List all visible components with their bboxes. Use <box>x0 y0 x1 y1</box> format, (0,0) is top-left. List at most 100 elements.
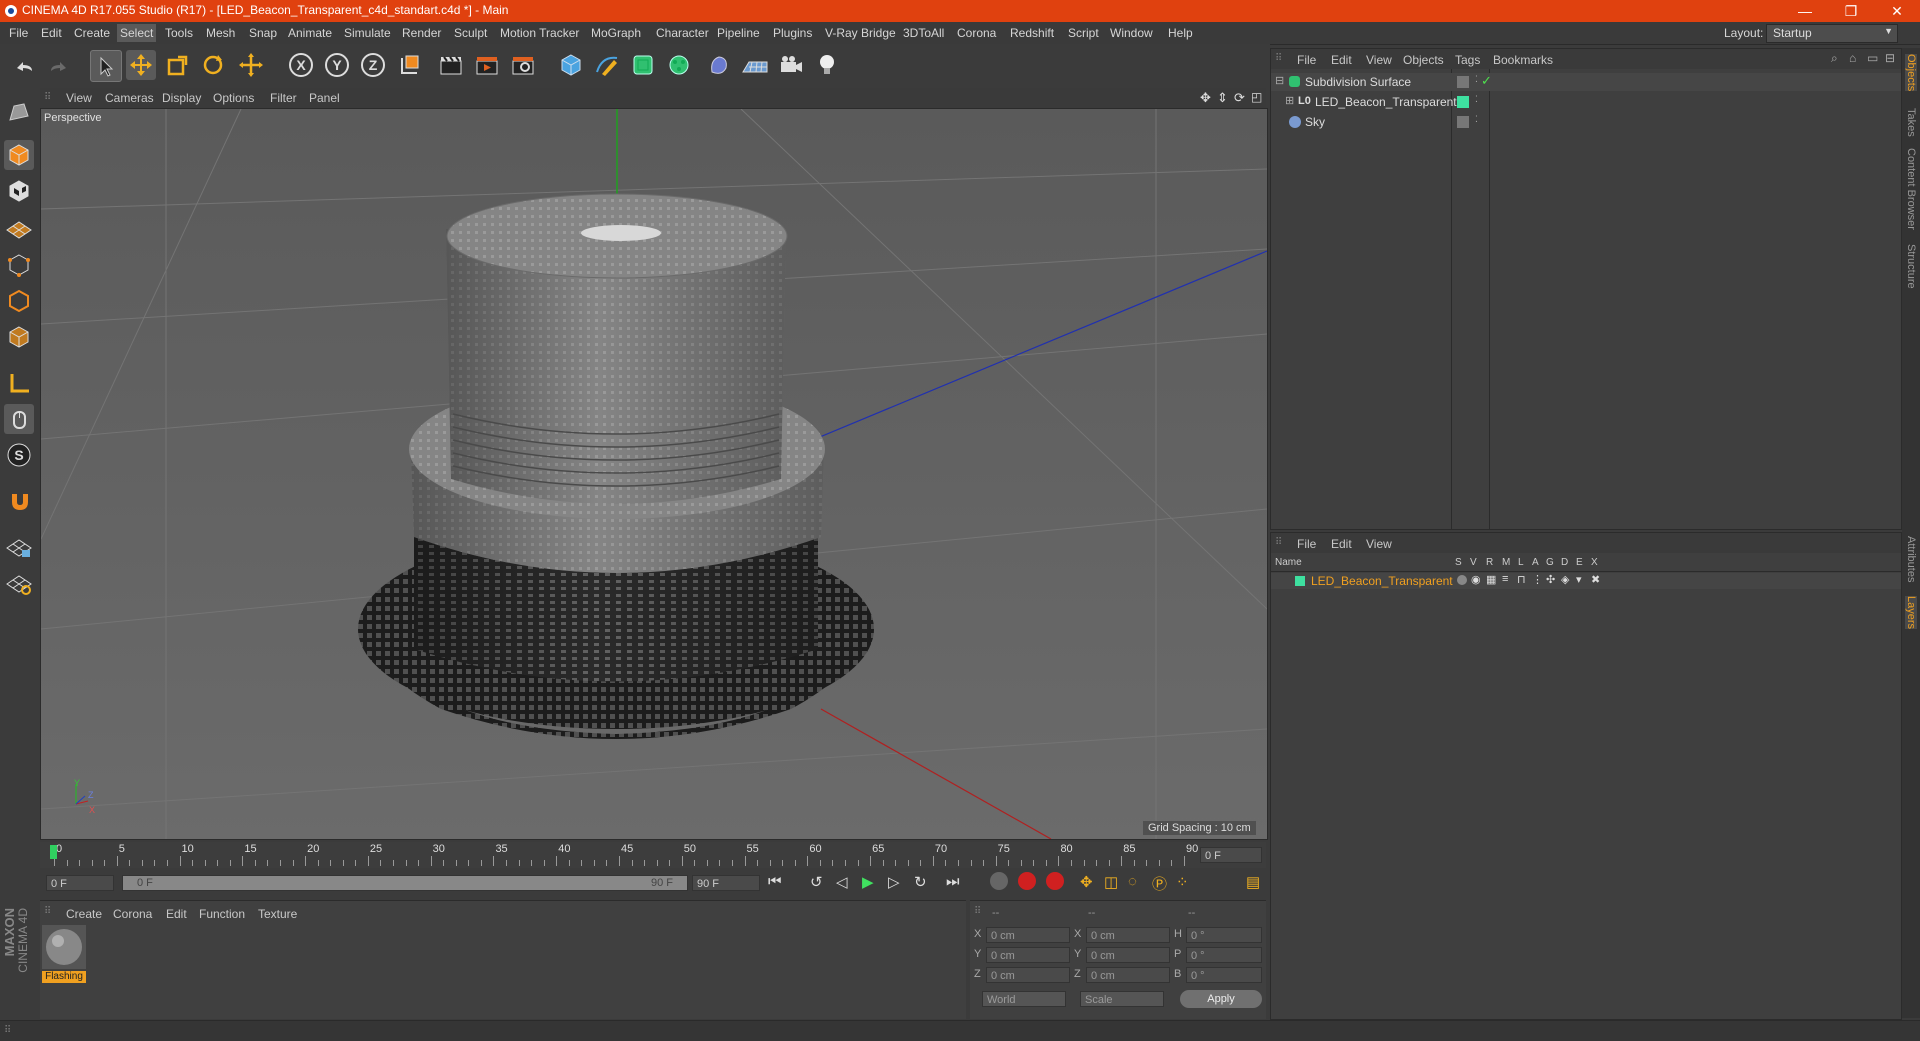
layer-name[interactable]: LED_Beacon_Transparent <box>1311 574 1453 588</box>
visibility-dots-icon[interactable]: ⁚ <box>1475 94 1478 105</box>
add-nurbs-button[interactable] <box>628 50 658 80</box>
material-swatch-flashing[interactable]: Flashing <box>42 925 86 983</box>
z-axis-button[interactable]: Z <box>358 50 388 80</box>
lock-workplane-button[interactable] <box>4 532 34 562</box>
add-deformer-button[interactable] <box>704 50 734 80</box>
drag-handle-icon[interactable]: ⠿ <box>1275 53 1282 64</box>
menu-tools[interactable]: Tools <box>165 26 193 40</box>
layer-menu-edit[interactable]: Edit <box>1331 537 1352 551</box>
workplane-mode-button[interactable] <box>4 212 34 242</box>
animation-icon[interactable]: ⋮ <box>1532 573 1543 586</box>
solo-toggle-icon[interactable] <box>1457 575 1467 585</box>
viewport-menu-panel[interactable]: Panel <box>309 91 340 105</box>
play-icon[interactable]: ▶ <box>862 873 874 891</box>
keyframe-disabled-icon[interactable] <box>990 872 1008 890</box>
previous-frame-icon[interactable]: ◁ <box>836 873 848 891</box>
coord-pos-y-field[interactable]: 0 cm <box>986 947 1070 963</box>
edges-mode-button[interactable] <box>4 286 34 316</box>
drag-handle-icon[interactable]: ⠿ <box>44 906 51 917</box>
render-to-picture-viewer-button[interactable] <box>472 50 502 80</box>
menu-edit[interactable]: Edit <box>41 26 62 40</box>
add-mograph-button[interactable] <box>664 50 694 80</box>
tab-layers[interactable]: Layers <box>1905 596 1917 630</box>
coord-size-x-field[interactable]: 0 cm <box>1086 927 1170 943</box>
obj-menu-objects[interactable]: Objects <box>1403 53 1444 67</box>
axis-mode-button[interactable] <box>4 368 34 398</box>
coord-size-y-field[interactable]: 0 cm <box>1086 947 1170 963</box>
drag-handle-icon[interactable]: ⠿ <box>4 1025 11 1036</box>
expression-icon[interactable]: ▾ <box>1576 573 1582 586</box>
menu-select[interactable]: Select <box>117 24 157 42</box>
obj-menu-tags[interactable]: Tags <box>1455 53 1480 67</box>
obj-menu-file[interactable]: File <box>1297 53 1316 67</box>
live-selection-button[interactable] <box>90 50 122 82</box>
restore-button[interactable]: ❐ <box>1828 0 1874 22</box>
toggle-view-icon[interactable]: ◰ <box>1251 90 1262 104</box>
key-pla-icon[interactable]: ⁘ <box>1176 873 1189 891</box>
menu-redshift[interactable]: Redshift <box>1010 26 1054 40</box>
coord-rot-p-field[interactable]: 0 ° <box>1186 947 1262 963</box>
material-menu-create[interactable]: Create <box>66 907 102 921</box>
undo-button[interactable] <box>9 50 39 80</box>
object-row[interactable]: ⊟ Subdivision Surface ⁚ ✓ <box>1271 73 1901 91</box>
menu-simulate[interactable]: Simulate <box>344 26 391 40</box>
tab-structure[interactable]: Structure <box>1905 244 1917 289</box>
lock-open-icon[interactable]: ⊓ <box>1517 573 1526 586</box>
move-view-icon[interactable]: ✥ <box>1200 90 1211 106</box>
move-button[interactable] <box>126 50 156 80</box>
layer-menu-view[interactable]: View <box>1366 537 1392 551</box>
lock-icon[interactable]: ▭ <box>1867 51 1878 65</box>
scale-button[interactable] <box>162 50 192 80</box>
make-editable-button[interactable] <box>4 98 34 128</box>
viewport-menu-cameras[interactable]: Cameras <box>105 91 154 105</box>
menu-motion-tracker[interactable]: Motion Tracker <box>500 26 579 40</box>
visibility-dots-icon[interactable]: ⁚ <box>1475 114 1478 125</box>
goto-start-icon[interactable]: ⏮ <box>768 873 782 890</box>
enabled-check-icon[interactable]: ✓ <box>1481 73 1492 89</box>
render-clapper-icon[interactable]: ▦ <box>1486 573 1496 586</box>
autokey-icon[interactable] <box>1046 872 1064 890</box>
coord-world-dropdown[interactable]: World <box>982 991 1066 1007</box>
menu-help[interactable]: Help <box>1168 26 1193 40</box>
playhead[interactable] <box>50 845 57 859</box>
expand-icon[interactable]: ⊞ <box>1285 94 1294 107</box>
obj-menu-bookmarks[interactable]: Bookmarks <box>1493 53 1553 67</box>
search-icon[interactable]: ⌕ <box>1831 51 1838 66</box>
layer-menu-file[interactable]: File <box>1297 537 1316 551</box>
timeline-ruler[interactable]: 0 5 10 15 20 25 30 35 40 45 50 55 60 65 70 75 80 85 90 0 F <box>40 842 1266 868</box>
layout-dropdown[interactable]: Startup ▼ <box>1766 24 1898 43</box>
menu-vray-bridge[interactable]: V-Ray Bridge <box>825 26 896 40</box>
record-key-icon[interactable] <box>1018 872 1036 890</box>
snap-button[interactable]: S <box>4 440 34 470</box>
expand-icon[interactable]: ⊟ <box>1885 51 1895 65</box>
key-scale-icon[interactable]: ◫ <box>1104 873 1118 891</box>
tweak-mode-button[interactable] <box>4 404 34 434</box>
deformer-icon[interactable]: ◈ <box>1561 573 1569 586</box>
menu-plugins[interactable]: Plugins <box>773 26 812 40</box>
minimize-button[interactable]: — <box>1782 0 1828 22</box>
menu-mesh[interactable]: Mesh <box>206 26 235 40</box>
material-menu-edit[interactable]: Edit <box>166 907 187 921</box>
drag-handle-icon[interactable]: ⠿ <box>974 906 981 917</box>
coord-size-z-field[interactable]: 0 cm <box>1086 967 1170 983</box>
redo-button[interactable] <box>44 50 74 80</box>
object-row[interactable]: Sky ⁚ <box>1271 113 1901 131</box>
layer-color-swatch[interactable] <box>1295 576 1305 586</box>
next-key-icon[interactable]: ↻ <box>914 873 927 891</box>
transform-button[interactable] <box>236 50 266 80</box>
viewport-menu-display[interactable]: Display <box>162 91 201 105</box>
menu-script[interactable]: Script <box>1068 26 1099 40</box>
coord-pos-x-field[interactable]: 0 cm <box>986 927 1070 943</box>
obj-menu-view[interactable]: View <box>1366 53 1392 67</box>
collapse-icon[interactable]: ⊟ <box>1275 74 1284 87</box>
menu-create[interactable]: Create <box>74 26 110 40</box>
add-light-button[interactable] <box>812 50 842 80</box>
coord-rot-h-field[interactable]: 0 ° <box>1186 927 1262 943</box>
polygons-mode-button[interactable] <box>4 322 34 352</box>
x-axis-button[interactable]: X <box>286 50 316 80</box>
generator-icon[interactable]: ✣ <box>1546 573 1555 586</box>
tab-objects[interactable]: Objects <box>1905 54 1917 92</box>
tab-takes[interactable]: Takes <box>1905 108 1917 137</box>
key-param-icon[interactable]: Ⓟ <box>1152 873 1167 894</box>
end-frame-field[interactable]: 90 F <box>692 875 760 891</box>
